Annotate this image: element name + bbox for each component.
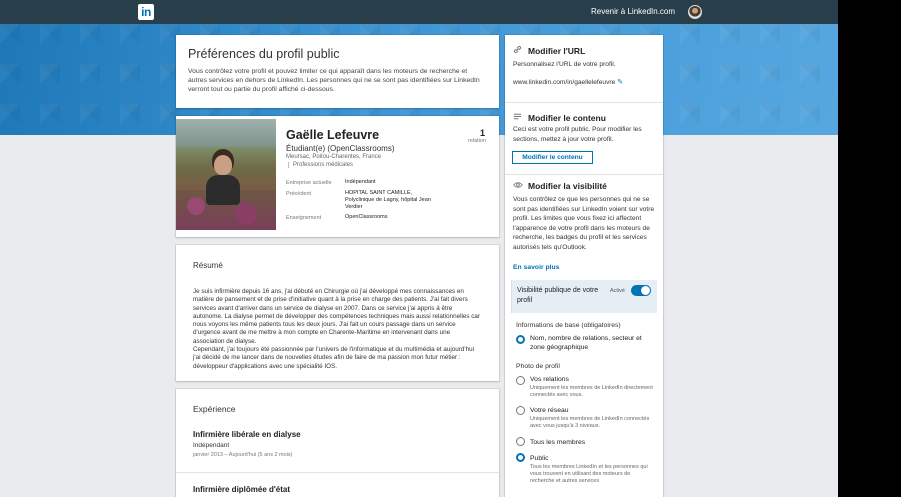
list-icon — [513, 112, 525, 123]
preferences-description: Vous contrôlez votre profil et pouvez li… — [188, 68, 480, 94]
resume-text: Je suis infirmière depuis 16 ans, j'ai d… — [193, 288, 481, 370]
edit-url-section: Modifier l'URL Personnalisez l'URL de vo… — [505, 35, 663, 103]
profile-location: Meursac, Poitou-Charentes, France — [286, 154, 382, 160]
divider — [176, 472, 499, 473]
previous-value-line-3: Verdier — [345, 204, 363, 210]
experience-title: Expérience — [193, 404, 236, 414]
profile-photo-heading: Photo de profil — [516, 363, 560, 370]
page-title: Préférences du profil public — [188, 47, 340, 61]
page-viewport: in Revenir à LinkedIn.com Préférences du… — [0, 0, 838, 497]
settings-sidebar: Modifier l'URL Personnalisez l'URL de vo… — [505, 35, 663, 497]
experience-card: Expérience Infirmière libérale en dialys… — [176, 389, 499, 497]
pencil-icon[interactable]: ✎ — [617, 79, 623, 86]
public-visibility-toggle[interactable] — [631, 285, 651, 296]
previous-label: Précédent — [286, 191, 312, 197]
edit-content-section: Modifier le contenu Ceci est votre profi… — [505, 103, 663, 175]
experience-dates: janvier 2013 – Aujourd'hui (5 ans 2 mois… — [193, 452, 293, 458]
top-navbar: in Revenir à LinkedIn.com — [0, 0, 838, 24]
public-visibility-label: Visibilité publique de votre profil — [517, 287, 599, 304]
learn-more-link[interactable]: En savoir plus — [513, 264, 559, 271]
profile-industry: Professions médicales — [288, 162, 353, 168]
linkedin-logo-icon[interactable]: in — [138, 4, 154, 20]
link-icon — [513, 45, 525, 56]
edit-content-button[interactable]: Modifier le contenu — [512, 151, 593, 164]
profile-photo — [176, 119, 276, 230]
experience-company: Indépendant — [193, 442, 230, 449]
previous-value-line-2: Polyclinique de Lagny, hôpital Jean — [345, 197, 431, 203]
profile-url[interactable]: www.linkedin.com/in/gaellelefeuvre ✎ — [513, 78, 623, 86]
photo-option-sub: Uniquement les membres de LinkedIn conne… — [530, 416, 650, 429]
photo-option-sub: Tous les membres LinkedIn et les personn… — [530, 464, 648, 484]
edit-url-title: Modifier l'URL — [513, 45, 585, 56]
eye-icon — [513, 181, 525, 191]
education-label: Enseignement — [286, 215, 322, 221]
resume-card: Résumé Je suis infirmière depuis 16 ans,… — [176, 245, 499, 381]
photo-option-sub: Uniquement les membres de LinkedIn direc… — [530, 385, 653, 398]
photo-option-connections-radio[interactable] — [516, 376, 525, 385]
current-company-label: Entreprise actuelle — [286, 180, 332, 186]
public-visibility-status: Activé — [610, 288, 625, 294]
basic-info-heading: Informations de base (obligatoires) — [516, 322, 621, 329]
photo-option-label: Votre réseau — [530, 407, 569, 414]
profile-headline: Étudiant(e) (OpenClassrooms) — [286, 144, 395, 153]
photo-option-label: Public — [530, 455, 549, 462]
edit-content-description: Ceci est votre profil public. Pour modif… — [513, 126, 642, 143]
back-to-linkedin-link[interactable]: Revenir à LinkedIn.com — [591, 7, 675, 16]
edit-visibility-description: Vous contrôlez ce que les personnes qui … — [513, 196, 655, 251]
previous-value-line-1: HOPITAL SAINT CAMILLE, — [345, 190, 413, 196]
photo-option-public-radio[interactable] — [516, 453, 525, 462]
experience-item: Infirmière diplômée d'état — [193, 485, 482, 494]
connections-label: relation — [468, 138, 487, 144]
edit-content-title: Modifier le contenu — [513, 112, 606, 123]
edit-url-description: Personnalisez l'URL de votre profil. — [513, 61, 616, 68]
photo-option-label: Vos relations — [530, 376, 569, 383]
education-value: OpenClassrooms — [345, 214, 388, 220]
photo-option-label: Tous les membres — [530, 439, 586, 446]
connections-count: 1 — [480, 128, 486, 138]
experience-role: Infirmière diplômée d'état — [193, 485, 291, 494]
user-avatar[interactable] — [688, 5, 702, 19]
photo-option-all-members-radio[interactable] — [516, 437, 525, 446]
resume-title: Résumé — [193, 261, 223, 270]
photo-option-network-radio[interactable] — [516, 406, 525, 415]
experience-item: Infirmière libérale en dialyse Indépenda… — [193, 430, 482, 458]
current-company-value: Indépendant — [345, 179, 376, 185]
basic-info-radio[interactable] — [516, 335, 525, 344]
experience-role: Infirmière libérale en dialyse — [193, 430, 301, 439]
profile-name: Gaëlle Lefeuvre — [286, 128, 380, 142]
preferences-card: Préférences du profil public Vous contrô… — [176, 35, 499, 108]
edit-visibility-title: Modifier la visibilité — [513, 181, 607, 191]
public-visibility-toggle-row: Visibilité publique de votre profil Acti… — [511, 280, 657, 313]
profile-card: Gaëlle Lefeuvre Étudiant(e) (OpenClassro… — [176, 116, 499, 237]
basic-info-option-label: Nom, nombre de relations, secteur et zon… — [530, 335, 642, 351]
